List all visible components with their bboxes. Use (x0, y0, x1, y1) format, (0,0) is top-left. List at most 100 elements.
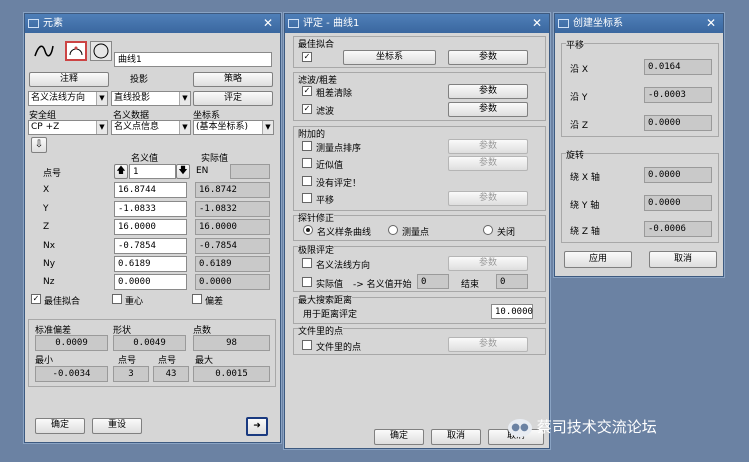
nominal-normal-checkbox[interactable] (302, 258, 312, 268)
points-value: 98 (193, 335, 270, 351)
chevron-down-icon[interactable]: ▼ (262, 121, 273, 134)
row-label: X (43, 185, 50, 195)
limit-group-label: 极限评定 (298, 243, 335, 256)
nominal-z-input[interactable]: 16.0000 (114, 219, 187, 235)
nominal-nx-input[interactable]: -0.7854 (114, 238, 187, 254)
chevron-down-icon[interactable]: ▼ (96, 92, 107, 105)
note-button[interactable]: 注释 (29, 72, 109, 87)
shift-group-label: 平移 (566, 38, 585, 51)
nominal-nz-input[interactable]: 0.0000 (114, 274, 187, 290)
curve-icon[interactable] (33, 42, 55, 60)
nominal-start-label: -> 名义值开始 (353, 280, 412, 290)
limit-param-button[interactable]: 参数 (448, 256, 528, 271)
actual-header: 实际值 (201, 154, 229, 164)
along-y-label: 沿 Y (570, 93, 588, 103)
outlier-param-button[interactable]: 参数 (448, 84, 528, 99)
arrow-down-icon: ⇩ (34, 139, 44, 150)
actual-checkbox[interactable] (302, 277, 312, 287)
coord-system-select[interactable]: (基本坐标系) ▼ (193, 120, 274, 135)
shift-param-button[interactable]: 参数 (448, 191, 528, 206)
evaluate-title-bar[interactable]: 评定 - 曲线1 ✕ (285, 14, 549, 33)
rotation-group-label: 旋转 (566, 148, 585, 161)
sort-param-button[interactable]: 参数 (448, 139, 528, 154)
close-icon[interactable]: ✕ (260, 14, 276, 33)
param-button[interactable]: 参数 (448, 50, 528, 65)
point-down-button[interactable]: 🡇 (176, 164, 190, 179)
outlier-label: 粗差清除 (316, 89, 353, 99)
nominal-y-input[interactable]: -1.0833 (114, 201, 187, 217)
tolerance-icon[interactable] (65, 41, 87, 61)
strategy-button[interactable]: 策略 (193, 72, 273, 87)
rot-y-label: 绕 Y 轴 (570, 201, 600, 211)
filter-group-label: 滤波/粗差 (298, 73, 338, 86)
off-label: 关闭 (497, 228, 516, 238)
chevron-down-icon[interactable]: ▼ (96, 121, 107, 134)
close-icon[interactable]: ✕ (529, 14, 545, 33)
off-radio[interactable] (483, 225, 493, 235)
circle-icon[interactable] (90, 41, 112, 61)
coord-title-bar[interactable]: 创建坐标系 ✕ (555, 14, 723, 33)
close-icon[interactable]: ✕ (703, 14, 719, 33)
normal-direction-select[interactable]: 名义法线方向 ▼ (28, 91, 108, 106)
filter-checkbox[interactable]: ✓ (302, 104, 312, 114)
file-param-button[interactable]: 参数 (448, 337, 528, 352)
element-title: 元素 (43, 18, 63, 29)
element-name-input[interactable]: 曲线1 (114, 52, 272, 67)
nominal-spline-radio[interactable] (303, 225, 313, 235)
nominal-data-select[interactable]: 名义点信息 ▼ (111, 120, 191, 135)
file-points-checkbox[interactable] (302, 340, 312, 350)
arrow-up-icon: 🡅 (116, 166, 126, 176)
ok-button[interactable]: 确定 (35, 418, 85, 434)
chevron-down-icon[interactable]: ▼ (179, 121, 190, 134)
row-label: Nx (43, 241, 56, 251)
max-dist-input[interactable]: 10.0000 (491, 304, 533, 319)
outlier-checkbox[interactable]: ✓ (302, 86, 312, 96)
en-label: EN (196, 166, 209, 176)
end-label: 结束 (461, 280, 480, 290)
measured-point-radio[interactable] (388, 225, 398, 235)
deviation-checkbox[interactable] (192, 294, 202, 304)
nominal-header: 名义值 (131, 154, 159, 164)
ok-button[interactable]: 确定 (374, 429, 424, 445)
point-up-button[interactable]: 🡅 (114, 164, 128, 179)
evaluate-button[interactable]: 评定 (193, 91, 273, 106)
sort-checkbox[interactable] (302, 141, 312, 151)
point-number-input[interactable]: 1 (129, 164, 176, 179)
actual-nz-value: 0.0000 (195, 274, 270, 290)
sort-label: 测量点排序 (316, 144, 362, 154)
coord-system-button[interactable]: 坐标系 (343, 50, 436, 65)
approx-param-button[interactable]: 参数 (448, 156, 528, 171)
wechat-icon: ●● (508, 418, 532, 437)
min-value: -0.0034 (35, 366, 108, 382)
point-no-label: 点号 (43, 169, 62, 179)
centroid-label: 重心 (125, 297, 144, 307)
start-value: 0 (417, 274, 449, 289)
projection-select[interactable]: 直线投影 ▼ (111, 91, 191, 106)
cancel-button[interactable]: 取消 (431, 429, 481, 445)
safety-group-select[interactable]: CP +Z ▼ (28, 120, 108, 135)
apply-button[interactable]: 应用 (564, 251, 632, 268)
next-button[interactable]: ➜ (246, 417, 268, 436)
max-value: 0.0015 (193, 366, 270, 382)
best-fit-label: 最佳拟合 (44, 297, 81, 307)
arrow-down-button[interactable]: ⇩ (31, 137, 47, 153)
approx-checkbox[interactable] (302, 158, 312, 168)
shift-checkbox[interactable] (302, 193, 312, 203)
nominal-x-input[interactable]: 16.8744 (114, 182, 187, 198)
window-icon (28, 19, 39, 28)
filter-param-button[interactable]: 参数 (448, 102, 528, 117)
best-fit-checkbox[interactable]: ✓ (302, 52, 312, 62)
best-fit-checkbox[interactable]: ✓ (31, 294, 41, 304)
rot-x-label: 绕 X 轴 (570, 173, 600, 183)
element-title-bar[interactable]: 元素 ✕ (25, 14, 280, 33)
reset-button[interactable]: 重设 (92, 418, 142, 434)
evaluate-window: 评定 - 曲线1 ✕ 最佳拟合 ✓ 坐标系 参数 滤波/粗差 ✓ 粗差清除 参数 … (284, 13, 550, 449)
cancel-button[interactable]: 取消 (649, 251, 717, 268)
chevron-down-icon[interactable]: ▼ (179, 92, 190, 105)
centroid-checkbox[interactable] (112, 294, 122, 304)
row-label: Ny (43, 259, 56, 269)
nominal-ny-input[interactable]: 0.6189 (114, 256, 187, 272)
min-label: 最小 (35, 356, 54, 366)
not-eval-checkbox[interactable] (302, 176, 312, 186)
arrow-right-icon: ➜ (253, 421, 261, 431)
